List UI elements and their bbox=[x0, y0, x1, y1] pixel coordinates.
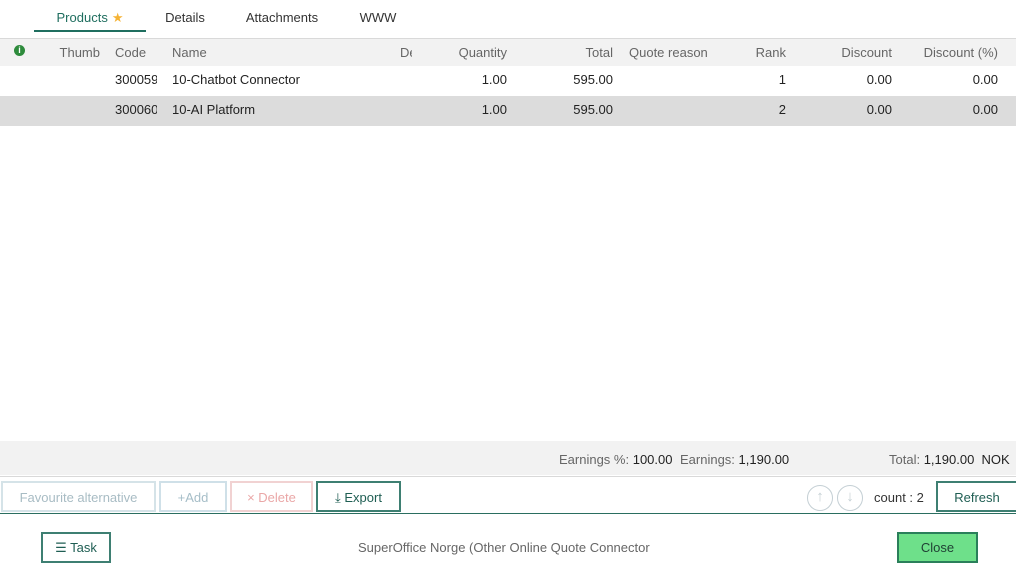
add-button[interactable]: +Add bbox=[159, 481, 227, 512]
table-row[interactable]: 300060 10-AI Platform 1.00 595.00 2 0.00… bbox=[0, 96, 1016, 126]
export-button[interactable]: ⤓ Export bbox=[316, 481, 401, 512]
cell-thumb bbox=[40, 96, 100, 126]
total-label: Total: bbox=[889, 452, 921, 467]
cell-rank: 1 bbox=[778, 72, 786, 87]
column-header-total[interactable]: Total bbox=[520, 39, 613, 69]
total: Total: 1,190.00 NOK bbox=[889, 441, 1010, 475]
cell-discount-pct: 0.00 bbox=[972, 102, 998, 117]
tab-www-label: WWW bbox=[359, 10, 397, 25]
cell-quantity: 1.00 bbox=[481, 102, 507, 117]
tab-details[interactable]: Details bbox=[152, 0, 218, 32]
action-toolbar: Favourite alternative +Add × Delete ⤓ Ex… bbox=[0, 476, 1016, 514]
cell-total: 595.00 bbox=[573, 102, 613, 117]
refresh-button[interactable]: Refresh bbox=[936, 481, 1016, 512]
status-text: SuperOffice Norge (Other Online Quote Co… bbox=[358, 540, 650, 555]
task-button[interactable]: ☰ Task bbox=[41, 532, 111, 563]
tab-bar: Products ★ Details Attachments WWW bbox=[0, 0, 1016, 38]
earnings-label: Earnings: bbox=[680, 452, 735, 467]
earnings: Earnings: 1,190.00 bbox=[680, 441, 789, 475]
cell-rank: 2 bbox=[778, 102, 786, 117]
earnings-pct: Earnings %: 100.00 bbox=[559, 441, 672, 475]
column-header-quantity[interactable]: Quantity bbox=[420, 39, 507, 69]
cell-name: 10-AI Platform bbox=[172, 102, 256, 117]
close-button[interactable]: Close bbox=[897, 532, 978, 563]
table-row[interactable]: 300059 10-Chatbot Connector 1.00 595.00 … bbox=[0, 66, 1016, 96]
tab-products[interactable]: Products ★ bbox=[34, 0, 146, 32]
cell-discount: 0.00 bbox=[866, 102, 892, 117]
info-icon[interactable]: i bbox=[14, 45, 25, 56]
column-header-quote-reason[interactable]: Quote reason bbox=[629, 39, 739, 69]
cell-code: 300059 bbox=[115, 72, 157, 87]
row-count: count : 2 bbox=[874, 490, 924, 505]
column-header-rank[interactable]: Rank bbox=[740, 39, 786, 69]
delete-button[interactable]: × Delete bbox=[230, 481, 313, 512]
earnings-value: 1,190.00 bbox=[738, 452, 790, 467]
tab-attachments[interactable]: Attachments bbox=[232, 0, 332, 32]
cell-code: 300060 bbox=[115, 102, 157, 117]
cell-discount-pct: 0.00 bbox=[972, 72, 998, 87]
currency-label: NOK bbox=[981, 452, 1010, 467]
cell-quote-reason bbox=[629, 66, 739, 96]
move-down-icon[interactable]: ↓ bbox=[837, 485, 863, 511]
cell-thumb bbox=[40, 66, 100, 96]
grid-header: i Thumb Code Name De Quantity Total Quot… bbox=[0, 38, 1016, 68]
summary-bar: Earnings %: 100.00 Earnings: 1,190.00 To… bbox=[0, 441, 1016, 475]
cell-total: 595.00 bbox=[573, 72, 613, 87]
cell-quantity: 1.00 bbox=[481, 72, 507, 87]
column-header-thumb[interactable]: Thumb bbox=[40, 39, 100, 69]
cell-name: 10-Chatbot Connector bbox=[172, 72, 300, 87]
tab-products-label: Products bbox=[56, 10, 108, 25]
favourite-alternative-button[interactable]: Favourite alternative bbox=[1, 481, 156, 512]
column-header-name[interactable]: Name bbox=[172, 39, 392, 69]
column-header-de[interactable]: De bbox=[400, 39, 412, 69]
column-header-discount-pct[interactable]: Discount (%) bbox=[900, 39, 998, 69]
column-header-discount[interactable]: Discount bbox=[800, 39, 892, 69]
cell-discount: 0.00 bbox=[866, 72, 892, 87]
move-up-icon[interactable]: ↑ bbox=[807, 485, 833, 511]
earnings-pct-label: Earnings %: bbox=[559, 452, 630, 467]
cell-quote-reason bbox=[629, 96, 739, 126]
column-header-code[interactable]: Code bbox=[115, 39, 157, 69]
total-value: 1,190.00 bbox=[923, 452, 975, 467]
earnings-pct-value: 100.00 bbox=[632, 452, 673, 467]
tab-attachments-label: Attachments bbox=[245, 10, 319, 25]
tab-www[interactable]: WWW bbox=[346, 0, 410, 32]
tab-details-label: Details bbox=[165, 10, 205, 25]
star-icon: ★ bbox=[111, 10, 124, 25]
